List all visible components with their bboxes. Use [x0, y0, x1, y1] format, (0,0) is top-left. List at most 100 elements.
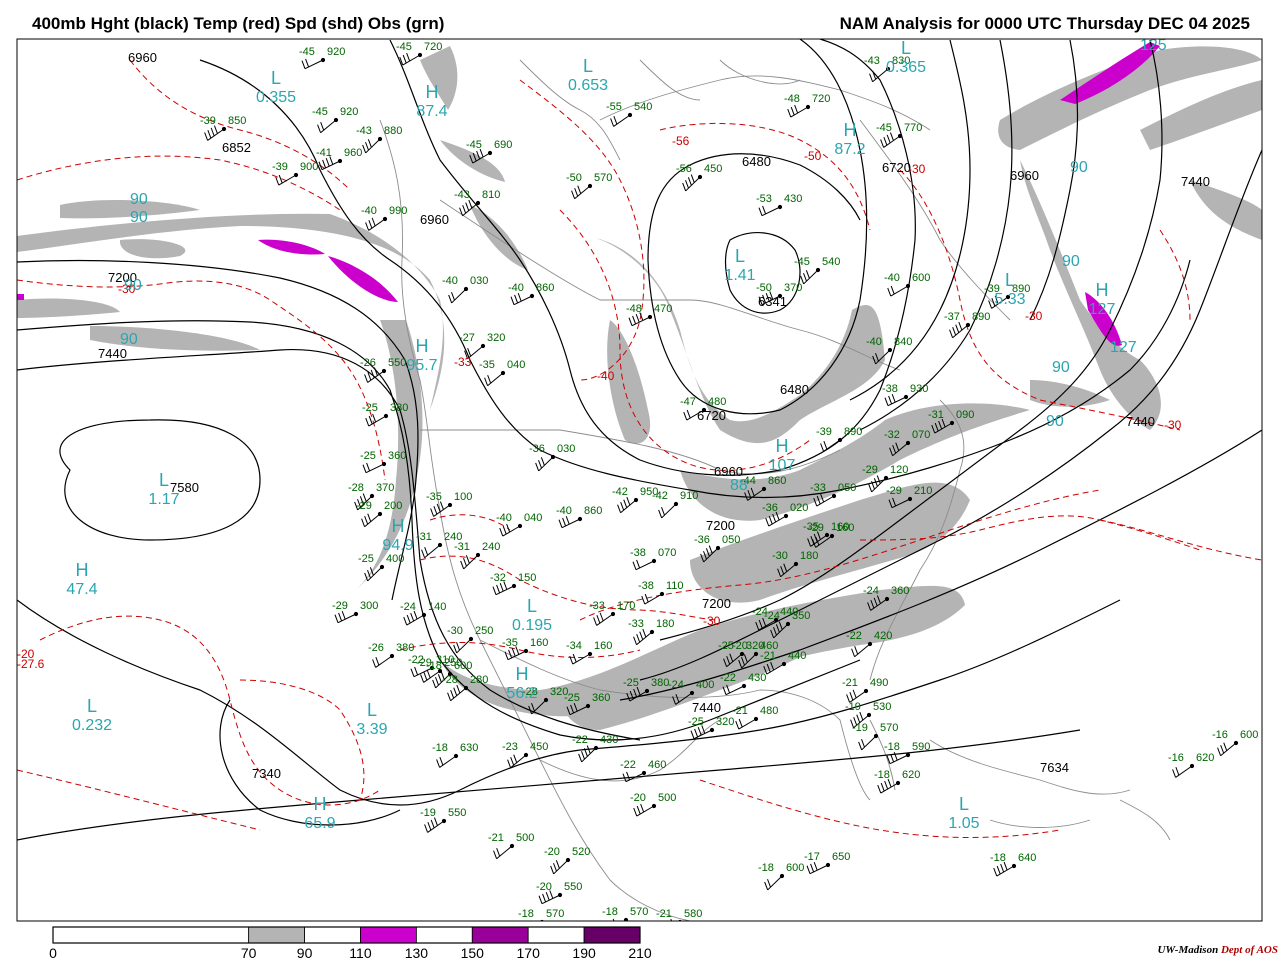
station-height: 500	[658, 792, 676, 804]
legend-swatch	[471, 926, 529, 944]
station-temperature: -23	[502, 741, 518, 753]
station-temperature: -53	[756, 193, 772, 205]
station-height: 050	[722, 534, 740, 546]
speed-label: 90	[120, 331, 138, 348]
station-temperature: -43	[356, 125, 372, 137]
station-temperature: -33	[628, 618, 644, 630]
station-temperature: -48	[626, 303, 642, 315]
center-value: 47.4	[66, 581, 97, 598]
station-height: 440	[788, 650, 806, 662]
station-height: 170	[617, 600, 635, 612]
station-height: 570	[880, 722, 898, 734]
legend-tick-label: 70	[241, 945, 257, 960]
station-height: 500	[516, 832, 534, 844]
credit-org: UW-Madison	[1157, 944, 1219, 956]
station-temperature: -18	[518, 908, 534, 920]
center-letter: H	[844, 120, 857, 140]
center-value: 127	[1089, 301, 1116, 318]
station-temperature: -24	[400, 601, 416, 613]
temperature-label: -30	[908, 162, 926, 176]
center-letter: H	[76, 560, 89, 580]
temperature-label: -27.6	[17, 657, 45, 671]
station-height: 570	[630, 906, 648, 918]
station-height: 600	[786, 862, 804, 874]
station-height: 960	[344, 147, 362, 159]
station-temperature: -42	[612, 486, 628, 498]
station-height: 420	[874, 630, 892, 642]
station-height: 450	[704, 163, 722, 175]
speed-label: 90	[1046, 413, 1064, 430]
station-height: 990	[389, 205, 407, 217]
station-temperature: -40	[361, 205, 377, 217]
station-height: 180	[800, 550, 818, 562]
height-label: 6480	[780, 382, 809, 397]
station-height: 070	[658, 547, 676, 559]
station-height: 160	[836, 522, 854, 534]
center-value: 0.365	[886, 59, 926, 76]
station-temperature: -40	[508, 282, 524, 294]
station-height: 380	[396, 642, 414, 654]
station-temperature: -47	[680, 396, 696, 408]
station-temperature: -22	[408, 654, 424, 666]
station-height: 890	[844, 426, 862, 438]
station-temperature: -32	[490, 572, 506, 584]
speed-label: 125	[1140, 37, 1167, 54]
station-height: 920	[340, 106, 358, 118]
center-letter: L	[159, 470, 169, 490]
station-height: 300	[360, 600, 378, 612]
barb-feather	[662, 927, 665, 935]
station-temperature: -30	[772, 550, 788, 562]
station-height: 770	[904, 122, 922, 134]
speed-label: 90	[124, 277, 142, 294]
station-temperature: -29	[332, 600, 348, 612]
legend-swatch	[248, 926, 305, 944]
station-height: 840	[894, 336, 912, 348]
station-height: 320	[487, 332, 505, 344]
height-label: 7634	[1040, 760, 1069, 775]
station-temperature: -18	[874, 769, 890, 781]
speed-label: 90	[130, 191, 148, 208]
station-height: 040	[507, 359, 525, 371]
legend-swatch	[583, 926, 641, 944]
height-label: 7340	[252, 766, 281, 781]
weather-map: -45 920 -45 720-39 850-45 920-43 880-41 960-39 9…	[16, 37, 1263, 960]
station-temperature: -38	[882, 383, 898, 395]
legend-tick-label: 210	[628, 945, 652, 960]
legend-swatch	[304, 926, 361, 944]
station-temperature: -40	[496, 512, 512, 524]
station-height: 900	[300, 161, 318, 173]
legend-swatch	[527, 926, 585, 944]
station-height: 550	[448, 807, 466, 819]
station-temperature: -43	[864, 55, 880, 67]
legend-swatch	[52, 926, 250, 944]
station-height: 480	[760, 705, 778, 717]
station-temperature: -41	[316, 147, 332, 159]
height-label: 7440	[98, 346, 127, 361]
station-height: 400	[696, 679, 714, 691]
station-temperature: -16	[1168, 752, 1184, 764]
station-height: 720	[424, 41, 442, 53]
center-letter: L	[271, 68, 281, 88]
station-temperature: -35	[426, 491, 442, 503]
station-temperature: -31	[928, 409, 944, 421]
station-height: 620	[902, 769, 920, 781]
center-letter: H	[776, 436, 789, 456]
station-temperature: -43	[454, 189, 470, 201]
credit-dept: Dept of AOS	[1220, 944, 1278, 956]
legend-swatch	[415, 926, 473, 944]
station-temperature: -20	[544, 846, 560, 858]
station-temperature: -19	[420, 807, 436, 819]
barb-staff	[665, 922, 680, 935]
station-height: 100	[454, 491, 472, 503]
station-temperature: -31	[416, 531, 432, 543]
center-value: 0.653	[568, 77, 608, 94]
station-height: 450	[530, 741, 548, 753]
station-temperature: -24	[668, 679, 684, 691]
station-temperature: -29	[356, 500, 372, 512]
station-height: 310	[436, 654, 454, 666]
speed-label: 90	[1052, 359, 1070, 376]
station-temperature: -25	[564, 692, 580, 704]
station-height: 440	[780, 606, 798, 618]
station-temperature: -20	[630, 792, 646, 804]
station-temperature: -21	[488, 832, 504, 844]
